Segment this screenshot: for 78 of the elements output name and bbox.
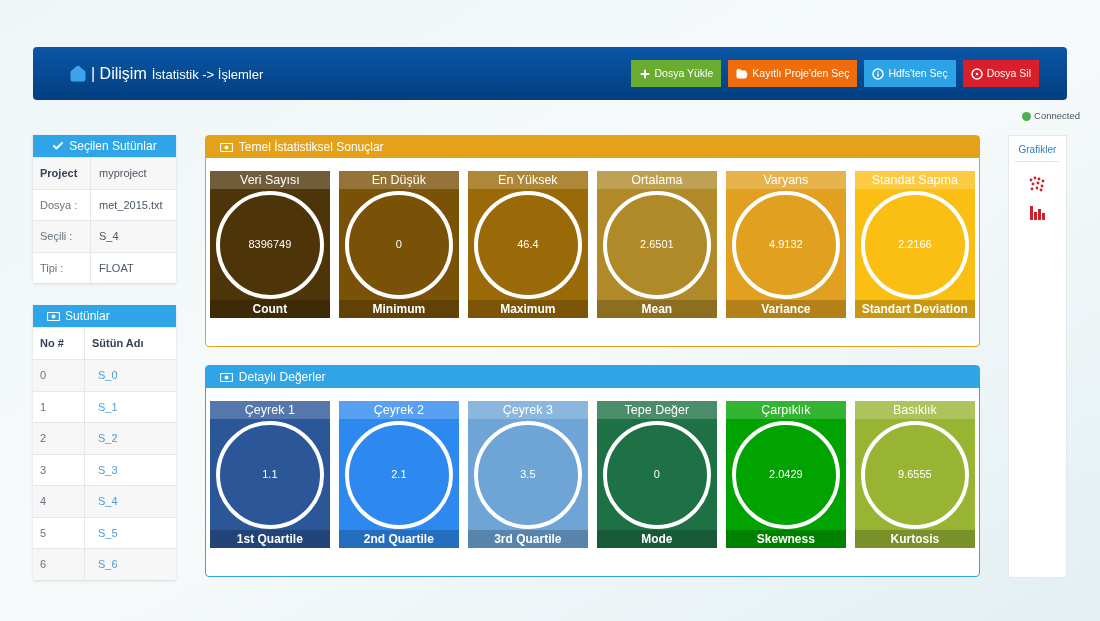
tile-value: 1.1 — [262, 467, 278, 483]
tile-caption: Maximum — [500, 303, 556, 315]
tile-value: 2.6501 — [640, 237, 674, 253]
column-link[interactable]: S_2 — [98, 430, 118, 447]
tile-value: 4.9132 — [769, 237, 803, 253]
table-cell-text: FLOAT — [98, 260, 135, 276]
panel-title: Grafikler — [1014, 142, 1061, 162]
tile-caption: Count — [252, 303, 288, 315]
tile-title: Çeyrek 1 — [244, 403, 295, 417]
table-cell: 2 — [33, 423, 85, 454]
breadcrumb: İstatistik -> İşlemler — [151, 65, 264, 84]
table-cell: 6 — [33, 549, 85, 580]
tile-title: Çeyrek 2 — [373, 403, 424, 417]
panel-title: Temel İstatistiksel Sonuçlar — [238, 139, 384, 156]
banknote-icon — [47, 311, 60, 321]
table-cell: 0 — [33, 360, 85, 391]
tile-caption: Minimum — [372, 303, 426, 315]
tile-title: Veri Sayısı — [240, 173, 300, 187]
panel-title: Seçilen Sutünlar — [69, 138, 157, 155]
table-cell: 4 — [33, 486, 85, 517]
tile-caption: Mode — [641, 533, 673, 545]
banknote-icon — [219, 372, 233, 382]
panel-title: Sutünlar — [65, 308, 110, 325]
tile-title: Çarpıklık — [761, 403, 811, 417]
check-icon — [52, 140, 65, 152]
table-cell-text: met_2015.txt — [98, 197, 164, 213]
tile-caption: Skewness — [756, 533, 815, 545]
tile-value: 0 — [395, 237, 402, 253]
column-link[interactable]: S_0 — [98, 367, 118, 384]
tile-value: 0 — [653, 467, 660, 483]
tile-title: Tepe Değer — [624, 403, 690, 417]
plus-icon — [638, 67, 651, 80]
column-link[interactable]: S_1 — [98, 398, 118, 415]
tile-caption: Mean — [641, 303, 673, 315]
tile-caption: Variance — [761, 303, 811, 315]
column-link[interactable]: S_4 — [98, 493, 118, 510]
connection-status: Connected — [1034, 108, 1080, 123]
tile-caption: 3rd Quartile — [494, 533, 562, 545]
toolbar-button[interactable]: Dosya Sil — [962, 60, 1039, 87]
column-link[interactable]: S_5 — [98, 524, 118, 541]
tile-value: 8396749 — [248, 237, 292, 253]
table-cell: Seçili : — [33, 221, 91, 252]
tile-value: 2.2166 — [898, 237, 932, 253]
tile-value: 9.6555 — [898, 467, 932, 483]
toolbar-button[interactable]: Dosya Yükle — [630, 60, 722, 87]
tile-title: En Düşük — [371, 173, 426, 187]
tile-title: Ortalama — [631, 173, 683, 187]
tile-title: Basıklık — [892, 403, 937, 417]
tile-value: 3.5 — [520, 467, 536, 483]
table-cell-text: S_4 — [98, 229, 120, 244]
table-cell: Tipi : — [33, 252, 91, 283]
tile-title: Varyans — [763, 173, 809, 187]
column-link[interactable]: S_3 — [98, 461, 118, 478]
tile-caption: 2nd Quartile — [363, 533, 434, 545]
folder-icon — [736, 67, 749, 80]
tile-caption: Standart Deviation — [861, 303, 968, 315]
tile-title: Standat Sapma — [871, 173, 958, 187]
banknote-icon — [219, 142, 233, 152]
tile-value: 46.4 — [517, 237, 539, 253]
column-header: Sütün Adı — [91, 336, 145, 352]
tile-caption: 1st Quartile — [236, 533, 303, 545]
toolbar-button[interactable]: Hdfs'ten Seç — [864, 60, 956, 87]
tile-value: 2.0429 — [769, 467, 803, 483]
column-link[interactable]: S_6 — [98, 556, 118, 573]
tile-caption: Kurtosis — [890, 533, 940, 545]
panel-title: Detaylı Değerler — [238, 369, 326, 386]
brand[interactable]: | Dilişim — [91, 61, 147, 86]
bar-chart-icon[interactable] — [1029, 204, 1046, 220]
tile-title: Çeyrek 3 — [502, 403, 553, 417]
table-cell-text: myproject — [98, 166, 148, 181]
target-icon — [970, 67, 983, 80]
table-cell: Project — [33, 158, 91, 189]
info-icon — [872, 67, 885, 80]
tile-title: En Yüksek — [498, 173, 558, 187]
scatter-chart-icon[interactable] — [1029, 176, 1046, 192]
tile-value: 2.1 — [391, 467, 407, 483]
toolbar-button[interactable]: Kayıtlı Proje'den Seç — [728, 60, 858, 87]
home-icon[interactable] — [69, 64, 87, 83]
